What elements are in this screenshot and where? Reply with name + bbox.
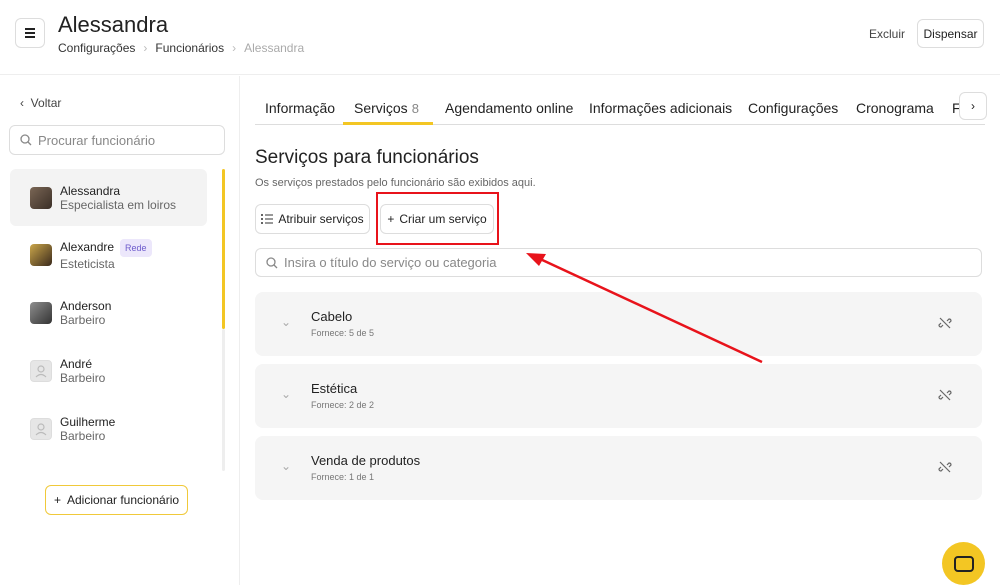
avatar <box>30 186 52 209</box>
network-badge: Rede <box>120 238 152 257</box>
active-tab-indicator <box>343 122 433 125</box>
employee-name: Anderson <box>60 298 112 313</box>
employee-role: Barbeiro <box>60 370 106 385</box>
user-placeholder-icon <box>30 359 52 382</box>
search-icon <box>20 134 32 146</box>
list-icon <box>261 214 274 224</box>
add-employee-button[interactable]: + Adicionar funcionário <box>45 485 188 515</box>
breadcrumb-current: Alessandra <box>244 41 305 55</box>
tab-servicos[interactable]: Serviços 8 <box>354 100 419 116</box>
employee-item-guilherme[interactable]: Guilherme Barbeiro <box>10 400 207 457</box>
unlink-icon[interactable] <box>938 460 952 477</box>
category-name: Estética <box>311 381 358 396</box>
chat-icon <box>953 555 974 572</box>
back-label: Voltar <box>30 96 62 110</box>
employee-item-andre[interactable]: André Barbeiro <box>10 342 207 399</box>
sidebar: ‹ Voltar Procurar funcionário Alessandra… <box>0 76 240 585</box>
chevron-down-icon[interactable]: ⌄ <box>281 315 291 329</box>
highlight-box <box>376 192 499 245</box>
tab-cronograma[interactable]: Cronograma <box>856 100 934 116</box>
chevron-left-icon: ‹ <box>20 96 24 110</box>
employee-item-alexandre[interactable]: Alexandre Rede Esteticista <box>10 226 207 283</box>
search-placeholder: Procurar funcionário <box>38 132 156 148</box>
employee-role: Especialista em loiros <box>60 197 177 212</box>
category-name: Cabelo <box>311 309 353 324</box>
tab-count-badge: 8 <box>411 101 419 116</box>
employee-name: Guilherme <box>60 414 116 429</box>
breadcrumb-configuracoes[interactable]: Configurações <box>58 41 135 55</box>
section-subtitle: Os serviços prestados pelo funcionário s… <box>255 177 536 189</box>
employee-name: Alexandre <box>60 239 115 254</box>
plus-icon: + <box>53 493 61 507</box>
user-placeholder-icon <box>30 417 52 440</box>
employee-role: Esteticista <box>60 256 115 271</box>
employee-search-input[interactable]: Procurar funcionário <box>9 125 225 155</box>
section-heading: Serviços para funcionários <box>255 147 479 168</box>
breadcrumb: Configurações › Funcionários › Alessandr… <box>58 41 304 55</box>
category-provides: Fornece: 5 de 5 <box>311 328 375 338</box>
avatar <box>30 243 52 266</box>
dismiss-button[interactable]: Dispensar <box>917 19 984 48</box>
category-row-cabelo[interactable]: ⌄ Cabelo Fornece: 5 de 5 <box>255 292 982 356</box>
employee-item-anderson[interactable]: Anderson Barbeiro <box>10 284 207 341</box>
tabs-scroll-right-button[interactable]: › <box>959 92 987 120</box>
search-placeholder: Insira o título do serviço ou categoria <box>284 255 497 270</box>
chevron-right-icon: › <box>971 99 975 113</box>
chevron-down-icon[interactable]: ⌄ <box>281 387 291 401</box>
unlink-icon[interactable] <box>938 316 952 333</box>
breadcrumb-funcionarios[interactable]: Funcionários <box>155 41 224 55</box>
assign-services-button[interactable]: Atribuir serviços <box>255 204 370 234</box>
delete-button[interactable]: Excluir <box>869 27 905 41</box>
chevron-right-icon: › <box>232 41 237 55</box>
menu-button[interactable] <box>15 18 45 48</box>
search-icon <box>266 256 278 268</box>
tab-bar: Informação Serviços 8 Agendamento online … <box>255 90 987 125</box>
service-search-input[interactable]: Insira o título do serviço ou categoria <box>255 248 982 277</box>
back-link[interactable]: ‹ Voltar <box>20 96 61 110</box>
tab-servicos-label: Serviços <box>354 100 408 116</box>
unlink-icon[interactable] <box>938 388 952 405</box>
tab-informacoes-adicionais[interactable]: Informações adicionais <box>589 100 732 116</box>
employee-role: Barbeiro <box>60 312 106 327</box>
chat-launcher-button[interactable] <box>942 542 985 585</box>
page-title: Alessandra <box>58 12 169 37</box>
tab-agendamento-online[interactable]: Agendamento online <box>445 100 573 116</box>
category-name: Venda de produtos <box>311 453 421 468</box>
employee-name: Alessandra <box>60 183 121 198</box>
hamburger-icon <box>25 27 35 39</box>
category-provides: Fornece: 1 de 1 <box>311 472 375 482</box>
category-row-venda-de-produtos[interactable]: ⌄ Venda de produtos Fornece: 1 de 1 <box>255 436 982 500</box>
employee-name: André <box>60 356 93 371</box>
chevron-down-icon[interactable]: ⌄ <box>281 459 291 473</box>
page-header: Alessandra Configurações › Funcionários … <box>0 0 1000 75</box>
list-scrollbar-track[interactable] <box>222 329 225 471</box>
tab-configuracoes[interactable]: Configurações <box>748 100 838 116</box>
employee-item-alessandra[interactable]: Alessandra Especialista em loiros <box>10 169 207 226</box>
list-scrollbar-thumb[interactable] <box>222 169 225 329</box>
chevron-right-icon: › <box>143 41 148 55</box>
category-provides: Fornece: 2 de 2 <box>311 400 375 410</box>
tab-informacao[interactable]: Informação <box>265 100 335 116</box>
add-employee-label: Adicionar funcionário <box>66 493 180 507</box>
avatar <box>30 301 52 324</box>
category-row-estetica[interactable]: ⌄ Estética Fornece: 2 de 2 <box>255 364 982 428</box>
employee-role: Barbeiro <box>60 428 106 443</box>
assign-services-label: Atribuir serviços <box>278 212 364 226</box>
